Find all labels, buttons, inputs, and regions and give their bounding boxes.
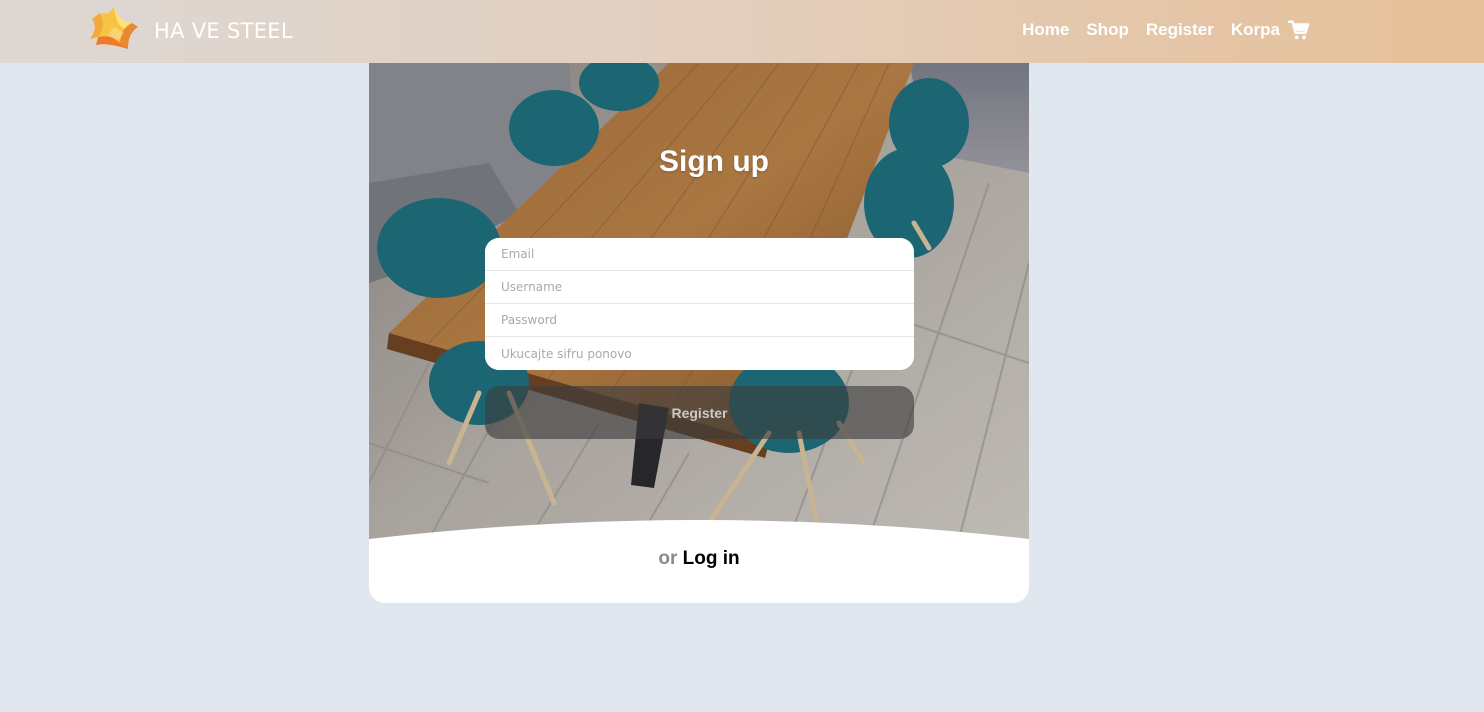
card-curve-divider <box>369 520 1029 549</box>
brand-name: HA VE STEEL <box>154 19 293 43</box>
signup-card: Sign up Register or Log in <box>369 63 1029 603</box>
top-navbar: HA VE STEEL Home Shop Register Korpa <box>0 0 1484 63</box>
password-field[interactable] <box>485 304 914 337</box>
signup-title: Sign up <box>659 145 769 178</box>
or-text: or <box>658 548 678 569</box>
nav-home-link[interactable]: Home <box>1022 20 1069 40</box>
nav-register-link[interactable]: Register <box>1146 20 1214 40</box>
nav-korpa-link[interactable]: Korpa <box>1231 20 1280 40</box>
cart-icon[interactable] <box>1288 19 1310 41</box>
nav-shop-link[interactable]: Shop <box>1086 20 1129 40</box>
signup-form-fields <box>485 238 914 370</box>
email-field[interactable] <box>485 238 914 271</box>
username-field[interactable] <box>485 271 914 304</box>
nav-links: Home Shop Register Korpa <box>1005 0 1310 60</box>
brand[interactable]: HA VE STEEL <box>88 5 293 57</box>
register-button[interactable]: Register <box>485 386 914 439</box>
password-repeat-field[interactable] <box>485 337 914 370</box>
login-link[interactable]: Log in <box>683 548 740 569</box>
login-prompt: or Log in <box>369 548 1029 570</box>
star-cube-logo <box>90 7 138 49</box>
